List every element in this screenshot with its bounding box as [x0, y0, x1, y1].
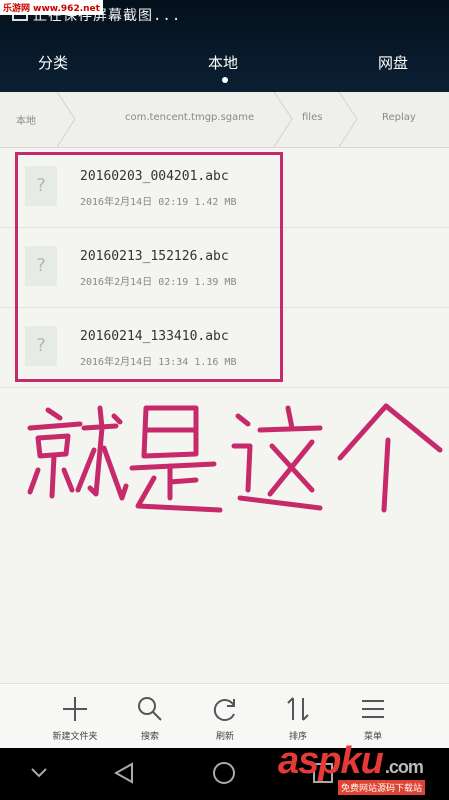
active-tab-indicator: [222, 77, 228, 83]
site-watermark: 乐游网 www.962.net: [0, 0, 103, 15]
search-icon: [138, 697, 162, 721]
site-logo: aspku .com: [278, 740, 424, 783]
toolbar-label: 搜索: [140, 732, 159, 742]
chevron-down-icon[interactable]: [30, 766, 48, 780]
breadcrumb-item-replay[interactable]: Replay: [382, 112, 416, 123]
tab-local[interactable]: 本地: [208, 52, 238, 73]
breadcrumb-item-local[interactable]: 本地: [16, 112, 36, 127]
menu-icon: [362, 700, 384, 718]
brand-tld: .com: [384, 757, 424, 777]
back-icon[interactable]: [112, 761, 136, 785]
refresh-icon: [213, 699, 235, 721]
breadcrumb: 本地 com.tencent.tmgp.sgame files Replay: [0, 92, 449, 148]
breadcrumb-separator: [56, 92, 76, 147]
search-button[interactable]: 搜索: [120, 684, 180, 749]
home-icon[interactable]: [212, 761, 236, 785]
breadcrumb-item-files[interactable]: files: [302, 112, 322, 123]
breadcrumb-separator: [338, 92, 358, 147]
sort-icon: [287, 697, 309, 721]
tab-category[interactable]: 分类: [38, 52, 68, 73]
highlight-box: [15, 152, 283, 382]
handwritten-annotation: [27, 403, 443, 513]
tab-cloud[interactable]: 网盘: [378, 52, 408, 73]
new-folder-button[interactable]: 新建文件夹: [45, 684, 105, 749]
toolbar-label: 刷新: [215, 732, 234, 742]
refresh-button[interactable]: 刷新: [195, 684, 255, 749]
plus-icon: [63, 697, 87, 721]
breadcrumb-item-package[interactable]: com.tencent.tmgp.sgame: [125, 112, 254, 123]
site-slogan: 免费网站源码下载站: [338, 780, 426, 795]
brand-name: aspku: [278, 740, 384, 782]
toolbar-label: 新建文件夹: [52, 732, 98, 742]
breadcrumb-separator: [273, 92, 293, 147]
